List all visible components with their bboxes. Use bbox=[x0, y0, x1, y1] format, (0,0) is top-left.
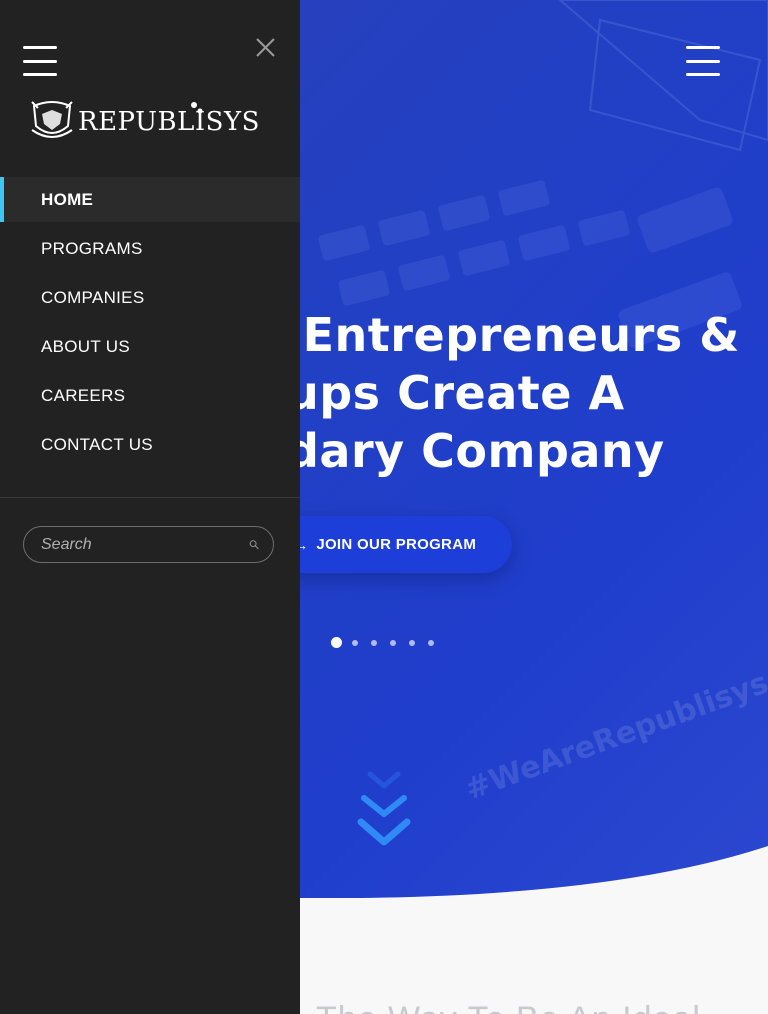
hero-headline: o Entrepreneurs & ups Create A dary Comp… bbox=[254, 306, 740, 480]
main-nav: HOME PROGRAMS COMPANIES ABOUT US CAREERS… bbox=[0, 177, 300, 471]
nav-item-home[interactable]: HOME bbox=[0, 177, 300, 222]
search-icon[interactable] bbox=[249, 536, 259, 553]
side-navigation-drawer: REPUBLISYS HOME PROGRAMS COMPANIES ABOUT… bbox=[0, 0, 300, 1014]
nav-item-about-us[interactable]: ABOUT US bbox=[0, 324, 300, 369]
slide-dot-3[interactable] bbox=[371, 639, 377, 646]
headline-line-1: o Entrepreneurs & bbox=[254, 308, 740, 362]
headline-line-3: dary Company bbox=[286, 424, 665, 478]
hero-watermark: #WeAreRepublisys bbox=[461, 665, 768, 807]
search-input[interactable] bbox=[41, 535, 249, 554]
nav-item-companies[interactable]: COMPANIES bbox=[0, 275, 300, 320]
headline-line-2: ups Create A bbox=[286, 366, 625, 420]
nav-label: COMPANIES bbox=[41, 287, 145, 307]
section-heading-partial: The Way To Be An Ideal bbox=[316, 1000, 701, 1014]
hamburger-icon[interactable] bbox=[23, 46, 57, 76]
nav-item-contact-us[interactable]: CONTACT US bbox=[0, 422, 300, 467]
double-chevron-down-icon[interactable] bbox=[356, 770, 412, 850]
slide-dot-5[interactable] bbox=[409, 639, 415, 646]
logo-text: REPUBLISYS bbox=[78, 107, 260, 137]
close-icon[interactable] bbox=[255, 37, 276, 58]
hamburger-icon[interactable] bbox=[686, 46, 720, 76]
search-box bbox=[23, 526, 274, 563]
nav-label: HOME bbox=[41, 189, 94, 209]
nav-item-programs[interactable]: PROGRAMS bbox=[0, 226, 300, 271]
sidebar-divider bbox=[0, 497, 300, 498]
slide-dot-1[interactable] bbox=[331, 637, 342, 648]
join-program-label: JOIN OUR PROGRAM bbox=[316, 536, 477, 553]
logo-wordmark: REPUBLISYS bbox=[78, 102, 260, 137]
slide-dot-6[interactable] bbox=[428, 639, 434, 646]
nav-item-careers[interactable]: CAREERS bbox=[0, 373, 300, 418]
crest-icon bbox=[31, 101, 73, 138]
nav-label: PROGRAMS bbox=[41, 238, 143, 258]
nav-label: CONTACT US bbox=[41, 434, 153, 454]
slide-dot-4[interactable] bbox=[390, 639, 396, 646]
slider-pagination bbox=[331, 637, 447, 648]
nav-label: CAREERS bbox=[41, 385, 126, 405]
logo-dots-icon bbox=[191, 102, 203, 114]
nav-label: ABOUT US bbox=[41, 336, 130, 356]
slide-dot-2[interactable] bbox=[352, 639, 358, 646]
republisys-logo[interactable]: REPUBLISYS bbox=[30, 100, 260, 140]
